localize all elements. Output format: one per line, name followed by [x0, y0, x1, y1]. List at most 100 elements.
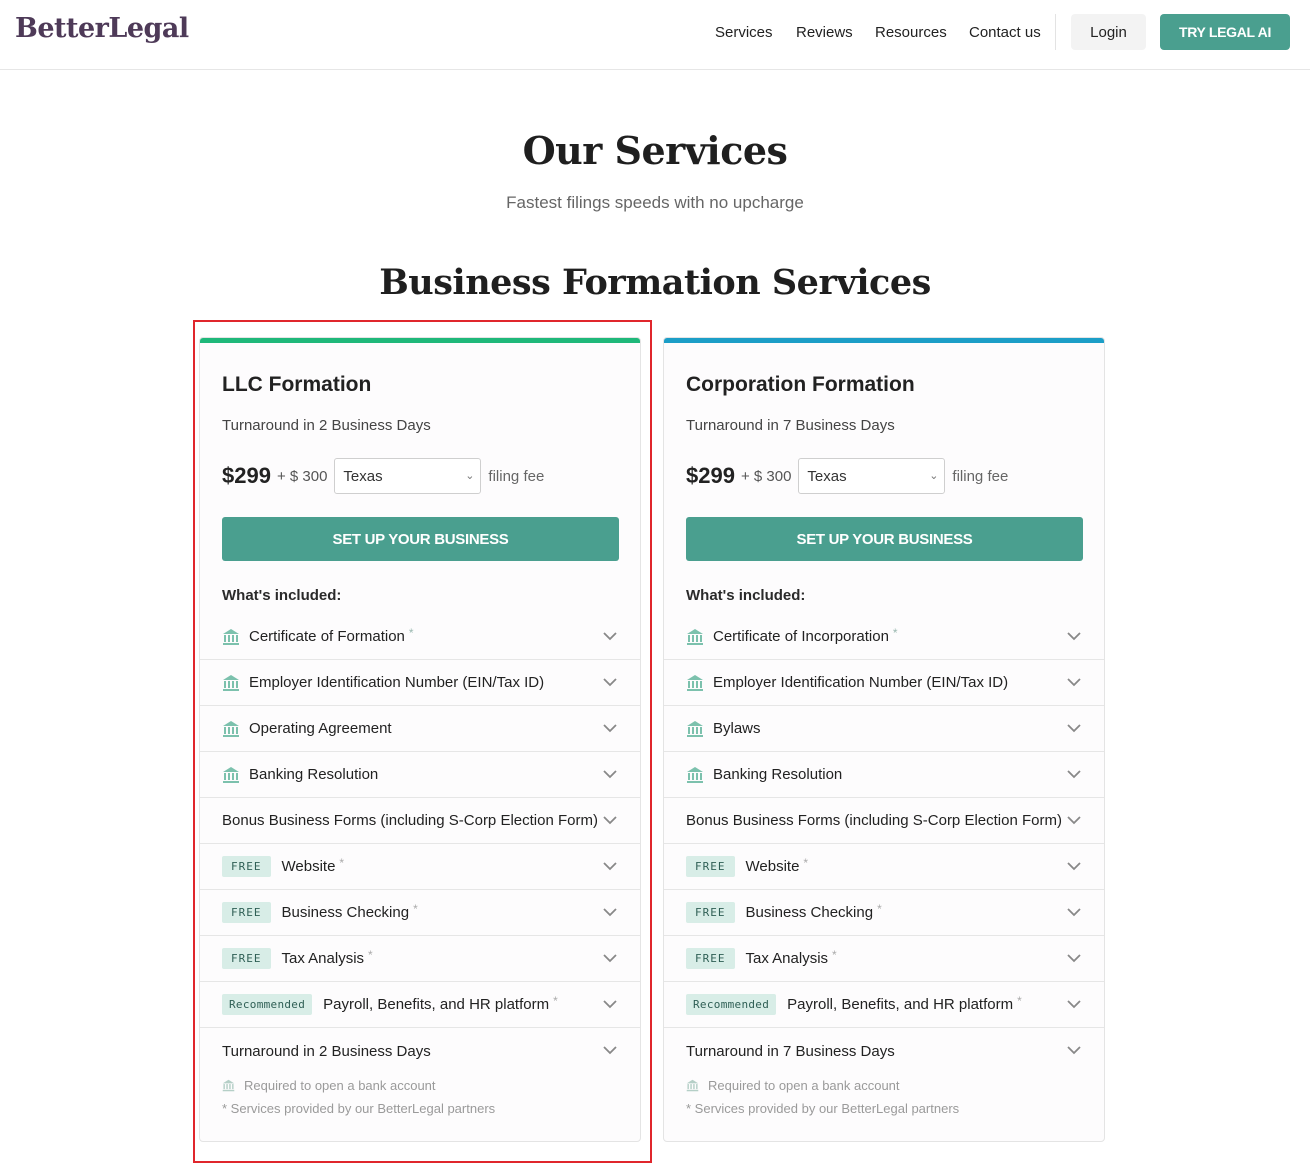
partner-asterisk: * [1017, 993, 1022, 1008]
included-item-label: Tax Analysis [745, 950, 829, 967]
chevron-down-icon[interactable] [1066, 674, 1082, 690]
included-item[interactable]: Banking Resolution [664, 752, 1104, 798]
recommended-badge: Recommended [222, 994, 313, 1015]
chevron-down-icon[interactable] [1066, 1042, 1082, 1058]
included-item[interactable]: Bylaws [664, 706, 1104, 752]
state-select[interactable]: Texas ⌄ [798, 458, 946, 494]
state-select[interactable]: Texas ⌄ [334, 458, 482, 494]
chevron-down-icon[interactable] [1066, 996, 1082, 1012]
site-header: BetterLegal Services Reviews Resources C… [0, 0, 1310, 70]
included-item-label: Business Checking [281, 904, 410, 921]
included-item[interactable]: Bonus Business Forms (including S-Corp E… [664, 798, 1104, 844]
try-legal-ai-button[interactable]: TRY LEGAL AI [1160, 14, 1290, 50]
included-item[interactable]: Operating Agreement [200, 706, 640, 752]
chevron-down-icon[interactable] [602, 812, 618, 828]
included-item-label: Turnaround in 7 Business Days [686, 1042, 895, 1060]
bank-icon [222, 628, 240, 646]
included-item-label: Employer Identification Number (EIN/Tax … [713, 674, 1009, 691]
partner-asterisk: * [892, 625, 898, 640]
partner-asterisk: * [553, 993, 558, 1008]
included-item-label: Payroll, Benefits, and HR platform [787, 996, 1014, 1013]
nav-link-services[interactable]: Services [715, 0, 773, 64]
included-item[interactable]: FREE Website * [200, 844, 640, 890]
included-items-list: Certificate of Incorporation * Employer Id… [664, 614, 1104, 1074]
included-item[interactable]: Banking Resolution [200, 752, 640, 798]
nav-link-resources[interactable]: Resources [875, 0, 947, 64]
nav-divider [1055, 14, 1056, 50]
included-item[interactable]: Turnaround in 7 Business Days [664, 1028, 1104, 1074]
partners-note: * Services provided by our BetterLegal p… [686, 1101, 960, 1116]
included-item-label: Certificate of Formation [249, 628, 405, 645]
included-item[interactable]: Certificate of Incorporation * [664, 614, 1104, 660]
partner-asterisk: * [339, 855, 345, 870]
whats-included-label: What's included: [686, 587, 806, 604]
included-item-label: Operating Agreement [249, 720, 392, 737]
included-item[interactable]: Turnaround in 2 Business Days [200, 1028, 640, 1074]
chevron-down-icon[interactable] [1066, 904, 1082, 920]
partner-asterisk: * [877, 901, 882, 916]
included-item[interactable]: FREE Tax Analysis * [664, 936, 1104, 982]
chevron-down-icon[interactable] [1066, 766, 1082, 782]
card-turnaround: Turnaround in 2 Business Days [222, 417, 431, 434]
corporation-formation-card: Corporation Formation Turnaround in 7 Bus… [663, 337, 1105, 1142]
chevron-down-icon[interactable] [602, 628, 618, 644]
chevron-down-icon[interactable] [602, 904, 618, 920]
bank-legend-text: Required to open a bank account [708, 1078, 900, 1093]
chevron-down-icon[interactable] [602, 720, 618, 736]
bank-icon [222, 674, 240, 692]
bank-legend: Required to open a bank account [222, 1078, 436, 1093]
set-up-business-button[interactable]: SET UP YOUR BUSINESS [686, 517, 1083, 561]
section-title: Business Formation Services [379, 262, 931, 303]
chevron-down-icon[interactable] [1066, 720, 1082, 736]
included-item-label: Bonus Business Forms (including S-Corp E… [222, 812, 598, 829]
included-item-label: Payroll, Benefits, and HR platform [323, 996, 550, 1013]
bank-icon [686, 674, 704, 692]
set-up-business-button[interactable]: SET UP YOUR BUSINESS [222, 517, 619, 561]
partner-asterisk: * [368, 947, 373, 962]
state-select-value: Texas [807, 467, 847, 485]
included-item-label: Bylaws [713, 720, 761, 737]
chevron-down-icon[interactable] [602, 996, 618, 1012]
included-items-list: Certificate of Formation * Employer Identi… [200, 614, 640, 1074]
price: $299 [686, 463, 735, 488]
partner-asterisk: * [803, 855, 809, 870]
chevron-down-icon: ⌄ [929, 470, 939, 482]
chevron-down-icon[interactable] [602, 766, 618, 782]
chevron-down-icon[interactable] [1066, 858, 1082, 874]
bank-icon [222, 1079, 235, 1092]
card-turnaround: Turnaround in 7 Business Days [686, 417, 895, 434]
included-item[interactable]: FREE Website * [664, 844, 1104, 890]
bank-legend: Required to open a bank account [686, 1078, 900, 1093]
logo[interactable]: BetterLegal [15, 13, 189, 44]
free-badge: FREE [222, 902, 271, 923]
included-item[interactable]: FREE Business Checking * [664, 890, 1104, 936]
nav-link-reviews[interactable]: Reviews [796, 0, 853, 64]
bank-icon [686, 628, 704, 646]
chevron-down-icon[interactable] [1066, 950, 1082, 966]
chevron-down-icon[interactable] [602, 950, 618, 966]
login-button[interactable]: Login [1071, 14, 1146, 50]
included-item[interactable]: Certificate of Formation * [200, 614, 640, 660]
included-item-label: Employer Identification Number (EIN/Tax … [249, 674, 545, 691]
chevron-down-icon[interactable] [1066, 628, 1082, 644]
included-item-label: Banking Resolution [249, 766, 379, 783]
included-item[interactable]: Recommended Payroll, Benefits, and HR pla… [664, 982, 1104, 1028]
included-item[interactable]: Bonus Business Forms (including S-Corp E… [200, 798, 640, 844]
nav-link-contact[interactable]: Contact us [969, 0, 1041, 64]
chevron-down-icon[interactable] [602, 858, 618, 874]
free-badge: FREE [686, 856, 735, 877]
included-item[interactable]: FREE Tax Analysis * [200, 936, 640, 982]
chevron-down-icon[interactable] [602, 1042, 618, 1058]
free-badge: FREE [686, 902, 735, 923]
price-row: $299 + $ 300 Texas ⌄ filing fee [222, 458, 544, 494]
chevron-down-icon[interactable] [602, 674, 618, 690]
chevron-down-icon[interactable] [1066, 812, 1082, 828]
included-item[interactable]: FREE Business Checking * [200, 890, 640, 936]
chevron-down-icon: ⌄ [465, 470, 475, 482]
included-item[interactable]: Employer Identification Number (EIN/Tax … [200, 660, 640, 706]
partner-asterisk: * [408, 625, 414, 640]
filing-fee-amount: + $ 300 [740, 467, 792, 485]
bank-legend-text: Required to open a bank account [244, 1078, 436, 1093]
included-item[interactable]: Recommended Payroll, Benefits, and HR pla… [200, 982, 640, 1028]
included-item[interactable]: Employer Identification Number (EIN/Tax … [664, 660, 1104, 706]
